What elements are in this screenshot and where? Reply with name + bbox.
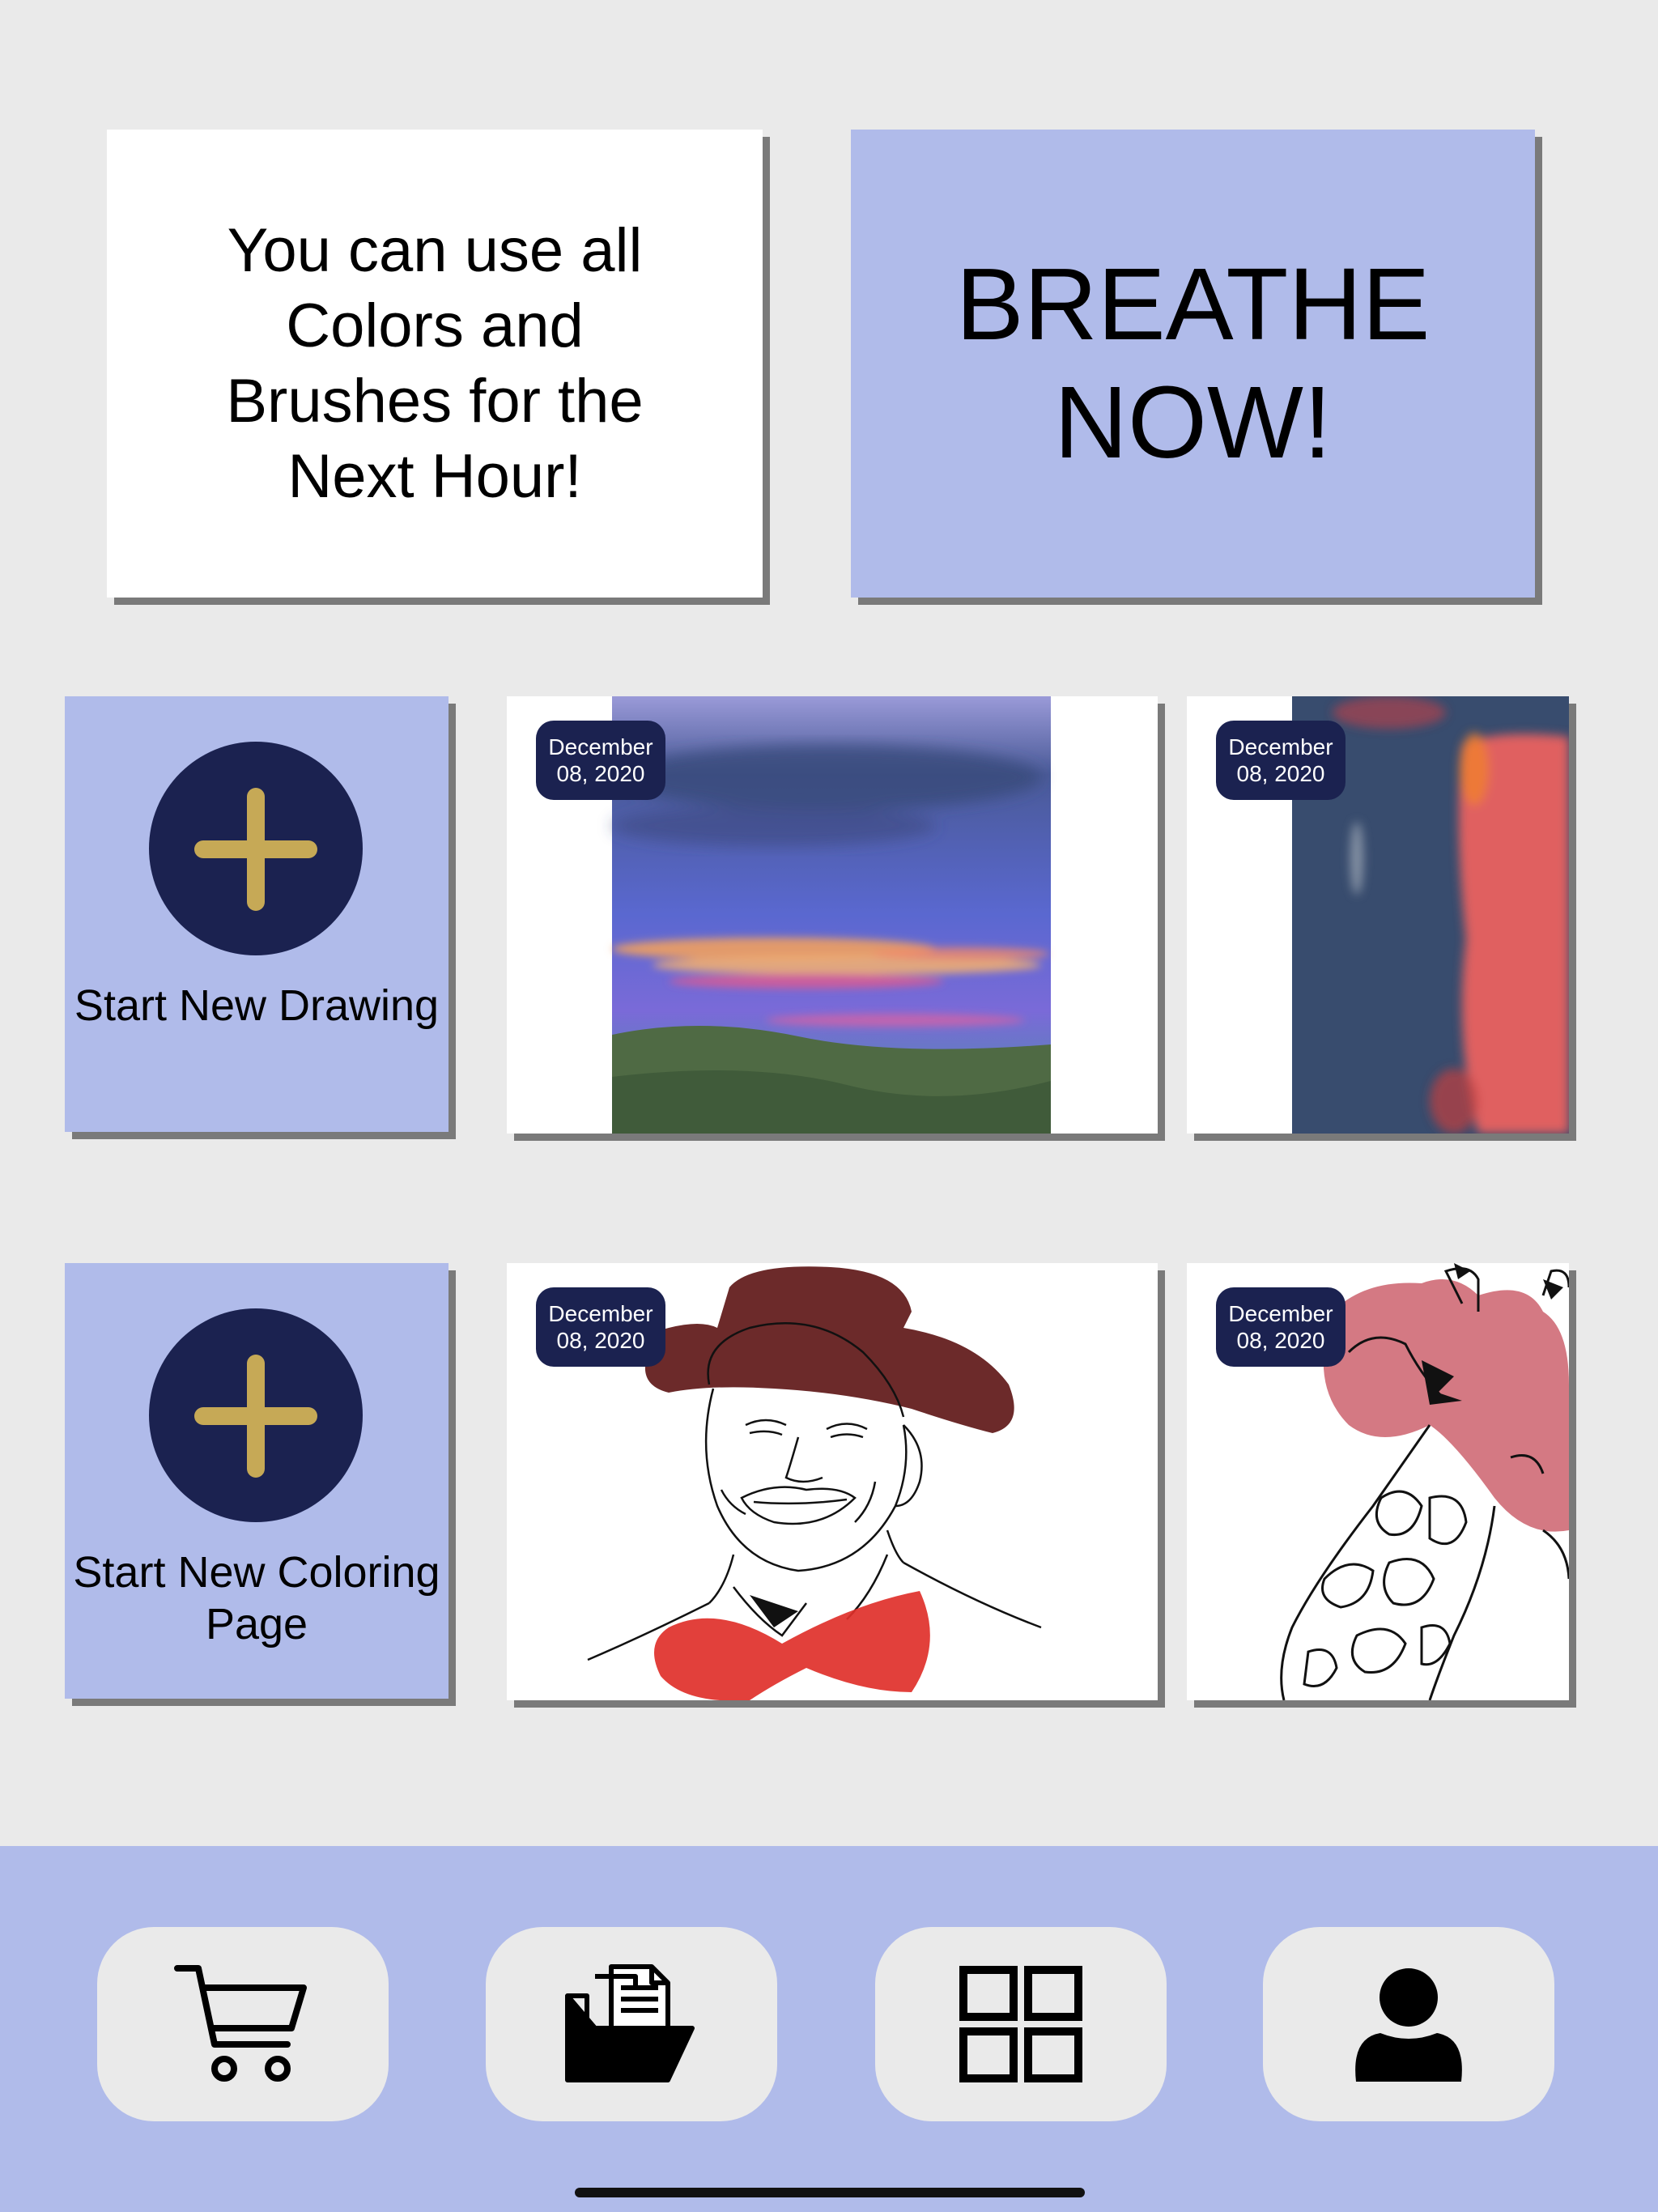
date-badge: December 08, 2020 (1216, 721, 1346, 800)
start-new-coloring-page-label: Start New Coloring Page (73, 1548, 440, 1648)
drawing-thumbnail[interactable]: December 08, 2020 (1187, 696, 1569, 1134)
date-badge: December 08, 2020 (536, 1287, 665, 1367)
start-new-drawing-button[interactable]: Start New Drawing (65, 696, 449, 1132)
breathe-now-button[interactable]: BREATHE NOW! (851, 130, 1535, 598)
gallery-folder-button[interactable] (486, 1927, 777, 2121)
shop-cart-button[interactable] (97, 1927, 389, 2121)
start-new-coloring-page-button[interactable]: Start New Coloring Page (65, 1263, 449, 1699)
coloring-page-thumbnail[interactable]: December 08, 2020 (1187, 1263, 1569, 1700)
plus-icon (149, 1308, 363, 1522)
date-badge: December 08, 2020 (1216, 1287, 1346, 1367)
start-new-drawing-label: Start New Drawing (74, 981, 440, 1030)
home-indicator (575, 2188, 1085, 2197)
cart-icon (174, 1965, 307, 2082)
categories-grid-button[interactable] (875, 1927, 1167, 2121)
unlock-promo-text: You can use all Colors and Brushes for t… (226, 216, 644, 511)
profile-button[interactable] (1263, 1927, 1554, 2121)
grid-icon (959, 1966, 1082, 2082)
date-badge: December 08, 2020 (536, 721, 665, 800)
breathe-now-label: BREATHE NOW! (955, 247, 1431, 479)
user-icon (1355, 1968, 1462, 2082)
drawing-thumbnail[interactable]: December 08, 2020 (507, 696, 1158, 1134)
unlock-promo-card: You can use all Colors and Brushes for t… (107, 130, 763, 598)
plus-icon (149, 742, 363, 955)
coloring-page-thumbnail[interactable]: December 08, 2020 (507, 1263, 1158, 1700)
folder-documents-icon (565, 1964, 695, 2082)
